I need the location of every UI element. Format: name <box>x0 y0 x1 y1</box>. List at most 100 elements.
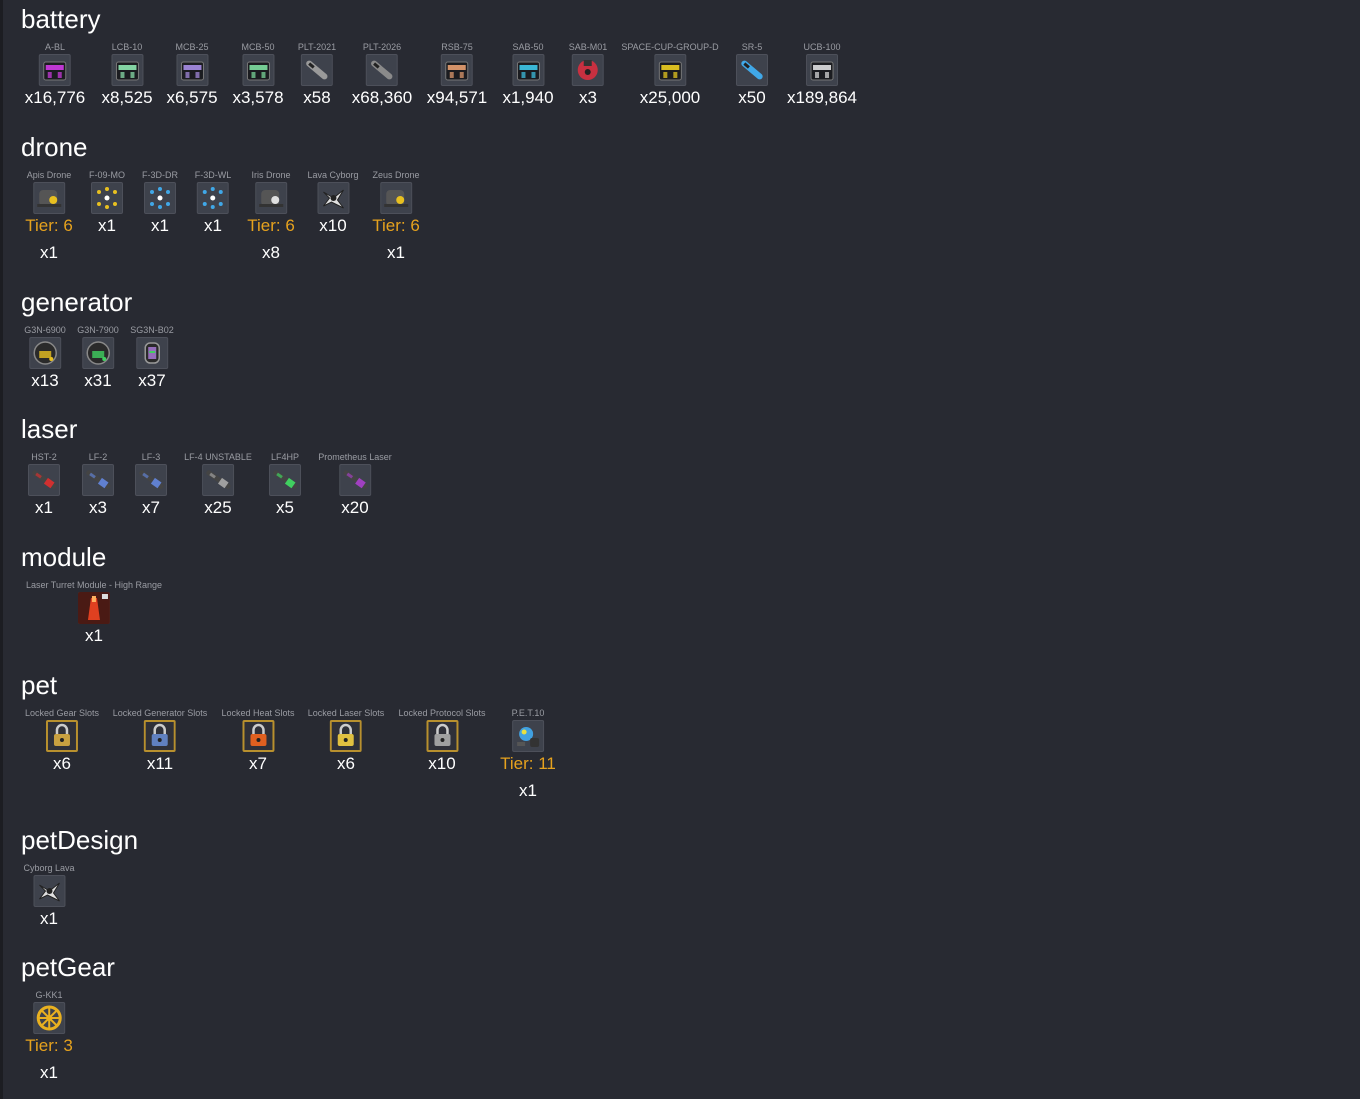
cup-crate-yellow-icon[interactable] <box>654 54 686 86</box>
inventory-item[interactable]: SR-5 x50 <box>736 42 768 110</box>
inventory-item[interactable]: PLT-2026 x68,360 <box>352 42 413 110</box>
inventory-item[interactable]: Zeus Drone Tier: 6 x1 <box>372 170 420 265</box>
inventory-item[interactable]: SG3N-B02 x37 <box>130 325 174 393</box>
section-laser: laser HST-2 x1 LF-2 x3 LF-3 x7 LF-4 UNSTABLE x2… <box>21 414 392 517</box>
inventory-item[interactable]: SAB-M01 x3 <box>569 42 608 110</box>
inventory-item[interactable]: LF4HP x5 <box>269 452 301 520</box>
formation-icon[interactable] <box>144 182 176 214</box>
inventory-item[interactable]: LF-3 x7 <box>135 452 167 520</box>
laser-cannon-icon[interactable] <box>82 464 114 496</box>
section-battery: battery A-BL x16,776 LCB-10 x8,525 MCB-25 x6,… <box>21 4 857 107</box>
section-title: generator <box>21 287 133 317</box>
inventory-item[interactable]: PLT-2021 x58 <box>298 42 336 110</box>
item-quantity: x58 <box>303 88 331 107</box>
battery-crate-green-icon[interactable] <box>110 54 143 86</box>
inventory-item[interactable]: RSB-75 x94,571 <box>427 42 488 110</box>
inventory-item[interactable]: SAB-50 x1,940 <box>502 42 553 110</box>
inventory-item[interactable]: Locked Gear Slots x6 <box>25 708 99 776</box>
inventory-item[interactable]: UCB-100 x189,864 <box>787 42 857 110</box>
padlock-icon[interactable] <box>425 720 458 752</box>
inventory-item[interactable]: F-3D-DR x1 <box>142 170 178 238</box>
turret-module-icon[interactable] <box>77 592 110 624</box>
inventory-item[interactable]: G3N-6900 x13 <box>24 325 66 393</box>
item-name: Iris Drone <box>251 170 291 180</box>
padlock-icon[interactable] <box>241 720 274 752</box>
battery-crate-magenta-icon[interactable] <box>39 54 71 86</box>
battery-crate-white-icon[interactable] <box>805 54 838 86</box>
item-quantity: x94,571 <box>426 88 488 107</box>
item-quantity: x16,776 <box>24 88 86 107</box>
laser-cannon-icon[interactable] <box>28 464 60 496</box>
inventory-item[interactable]: LF-2 x3 <box>82 452 114 520</box>
formation-icon[interactable] <box>91 182 123 214</box>
inventory-item[interactable]: HST-2 x1 <box>28 452 60 520</box>
inventory-item[interactable]: LCB-10 x8,525 <box>101 42 152 110</box>
drone-icon[interactable] <box>254 182 287 214</box>
cyborg-icon[interactable] <box>33 875 65 907</box>
inventory-item[interactable]: G-KK1 Tier: 3 x1 <box>25 990 73 1085</box>
battery-crate-mint-icon[interactable] <box>241 54 274 86</box>
inventory-item[interactable]: G3N-7900 x31 <box>77 325 119 393</box>
inventory-item[interactable]: Apis Drone Tier: 6 x1 <box>25 170 73 265</box>
inventory-item[interactable]: Lava Cyborg x10 <box>307 170 358 238</box>
inventory-item[interactable]: Iris Drone Tier: 6 x8 <box>247 170 295 265</box>
battery-crate-violet-icon[interactable] <box>175 54 208 86</box>
inventory-item[interactable]: LF-4 UNSTABLE x25 <box>184 452 252 520</box>
rocket-blue-icon[interactable] <box>736 54 768 86</box>
shield-generator-icon[interactable] <box>136 337 168 369</box>
item-quantity: x31 <box>84 371 112 390</box>
laser-cannon-icon[interactable] <box>269 464 301 496</box>
item-quantity: x1 <box>519 781 537 800</box>
rocket-icon[interactable] <box>301 54 333 86</box>
inventory-item[interactable]: P.E.T.10 Tier: 11 x1 <box>500 708 556 803</box>
cyborg-icon[interactable] <box>317 182 349 214</box>
inventory-item[interactable]: MCB-25 x6,575 <box>166 42 217 110</box>
item-name: P.E.T.10 <box>511 708 545 718</box>
inventory-item[interactable]: F-09-MO x1 <box>89 170 125 238</box>
item-quantity: x5 <box>276 498 294 517</box>
item-quantity: x50 <box>738 88 766 107</box>
item-quantity: x189,864 <box>787 88 857 107</box>
laser-cannon-icon[interactable] <box>338 464 371 496</box>
drone-icon[interactable] <box>379 182 412 214</box>
inventory-item[interactable]: Laser Turret Module - High Range x1 <box>26 580 162 648</box>
item-name: RSB-75 <box>441 42 473 52</box>
padlock-icon[interactable] <box>45 720 78 752</box>
inventory-item[interactable]: Cyborg Lava x1 <box>23 863 74 931</box>
pet-robot-icon[interactable] <box>512 720 544 752</box>
inventory-item[interactable]: Prometheus Laser x20 <box>318 452 392 520</box>
formation-icon[interactable] <box>197 182 229 214</box>
item-name: Zeus Drone <box>372 170 420 180</box>
item-quantity: x10 <box>319 216 347 235</box>
item-name: G3N-6900 <box>24 325 66 335</box>
inventory-item[interactable]: SPACE-CUP-GROUP-D x25,000 <box>621 42 718 110</box>
generator-icon[interactable] <box>29 337 61 369</box>
rocket-icon[interactable] <box>366 54 398 86</box>
item-quantity: x1 <box>387 243 405 262</box>
drone-icon[interactable] <box>32 182 65 214</box>
inventory-item[interactable]: A-BL x16,776 <box>25 42 86 110</box>
inventory-item[interactable]: Locked Protocol Slots x10 <box>398 708 485 776</box>
battery-crate-orange-icon[interactable] <box>441 54 473 86</box>
padlock-icon[interactable] <box>144 720 176 752</box>
inventory-item[interactable]: Locked Heat Slots x7 <box>221 708 294 776</box>
item-name: SAB-50 <box>512 42 544 52</box>
laser-cannon-icon[interactable] <box>201 464 234 496</box>
item-name: Locked Protocol Slots <box>398 708 486 718</box>
item-quantity: x6 <box>53 754 71 773</box>
battery-crate-cyan-icon[interactable] <box>511 54 544 86</box>
item-name: LF-3 <box>141 452 161 462</box>
inventory-item[interactable]: MCB-50 x3,578 <box>232 42 283 110</box>
gear-wheel-icon[interactable] <box>32 1002 65 1034</box>
inventory-item[interactable]: Locked Generator Slots x11 <box>113 708 208 776</box>
inventory-item[interactable]: Locked Laser Slots x6 <box>308 708 385 776</box>
laser-cannon-icon[interactable] <box>135 464 167 496</box>
item-name: Laser Turret Module - High Range <box>25 580 163 590</box>
item-name: F-3D-WL <box>194 170 232 180</box>
section-module: module Laser Turret Module - High Range x… <box>21 542 162 645</box>
padlock-icon[interactable] <box>329 720 362 752</box>
battery-red-icon[interactable] <box>571 54 604 86</box>
item-tier: Tier: 6 <box>247 216 295 235</box>
inventory-item[interactable]: F-3D-WL x1 <box>195 170 232 238</box>
generator-icon[interactable] <box>82 337 114 369</box>
